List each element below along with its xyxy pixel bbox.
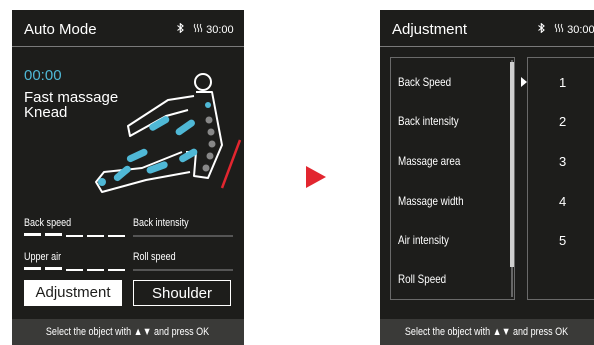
bluetooth-icon (177, 22, 187, 36)
list-item-roll-speed[interactable]: Roll Speed (398, 272, 446, 286)
shoulder-button[interactable]: Shoulder (133, 280, 231, 306)
level-segment (87, 235, 104, 237)
list-item-air-intensity[interactable]: Air intensity (398, 233, 449, 247)
setting-label-roll-speed: Roll speed (133, 251, 176, 263)
adjustment-button[interactable]: Adjustment (24, 280, 122, 306)
level-segment (45, 267, 62, 270)
level-segment (87, 269, 104, 271)
bluetooth-icon (538, 22, 548, 36)
status-bar: 30:00 (177, 22, 234, 36)
screen-title: Auto Mode (24, 21, 97, 38)
list-item-back-speed[interactable]: Back Speed (398, 75, 451, 89)
footer-hint-text: Select the object with ▲▼ and press OK (405, 326, 569, 338)
header-divider (12, 46, 244, 47)
setting-label-upper-air: Upper air (24, 251, 62, 263)
adjustment-list: Back Speed Back intensity Massage area M… (390, 57, 515, 300)
value-item[interactable]: 1 (559, 75, 566, 90)
session-time: 30:00 (567, 24, 594, 36)
value-list: 1 2 3 4 5 (527, 57, 594, 300)
header: Auto Mode 30:00 (12, 10, 244, 46)
setting-label-back-speed: Back speed (24, 217, 72, 229)
value-item[interactable]: 5 (559, 233, 566, 248)
footer-hint: Select the object with ▲▼ and press OK (12, 319, 244, 345)
elapsed-timer: 00:00 (24, 67, 62, 84)
level-indicator-roll-speed[interactable] (133, 269, 233, 271)
list-item-massage-area[interactable]: Massage area (398, 154, 460, 168)
level-segment (108, 269, 125, 271)
value-item[interactable]: 2 (559, 114, 566, 129)
footer-hint-text: Select the object with ▲▼ and press OK (46, 326, 210, 338)
scrollbar-thumb[interactable] (510, 62, 514, 267)
value-item[interactable]: 3 (559, 154, 566, 169)
screen-title: Adjustment (392, 21, 468, 38)
list-item-back-intensity[interactable]: Back intensity (398, 114, 459, 128)
status-bar: 30:00 (538, 22, 594, 36)
level-segment (66, 235, 83, 237)
level-indicator-back-speed[interactable] (24, 233, 125, 237)
massage-chair-figure-icon (95, 73, 242, 193)
header-divider (380, 46, 594, 47)
heat-icon (554, 23, 567, 36)
setting-label-back-intensity: Back intensity (133, 217, 189, 229)
level-indicator-upper-air[interactable] (24, 267, 125, 271)
next-arrow-icon (306, 166, 326, 188)
footer-hint: Select the object with ▲▼ and press OK (380, 319, 594, 345)
level-segment (24, 267, 41, 270)
heat-icon (193, 23, 206, 36)
level-segment (108, 235, 125, 237)
value-item[interactable]: 4 (559, 194, 566, 209)
level-segment (66, 269, 83, 271)
header: Adjustment 30:00 (380, 10, 594, 46)
auto-mode-screen: Auto Mode 30:00 00:00 Fast massage Knead (12, 10, 244, 345)
list-item-massage-width[interactable]: Massage width (398, 194, 464, 208)
level-indicator-back-intensity[interactable] (133, 235, 233, 237)
level-segment (45, 233, 62, 236)
session-time: 30:00 (206, 24, 234, 36)
level-segment (24, 233, 41, 236)
program-technique: Knead (24, 104, 68, 121)
adjustment-screen: Adjustment 30:00 Back Speed Back intensi… (380, 10, 594, 345)
